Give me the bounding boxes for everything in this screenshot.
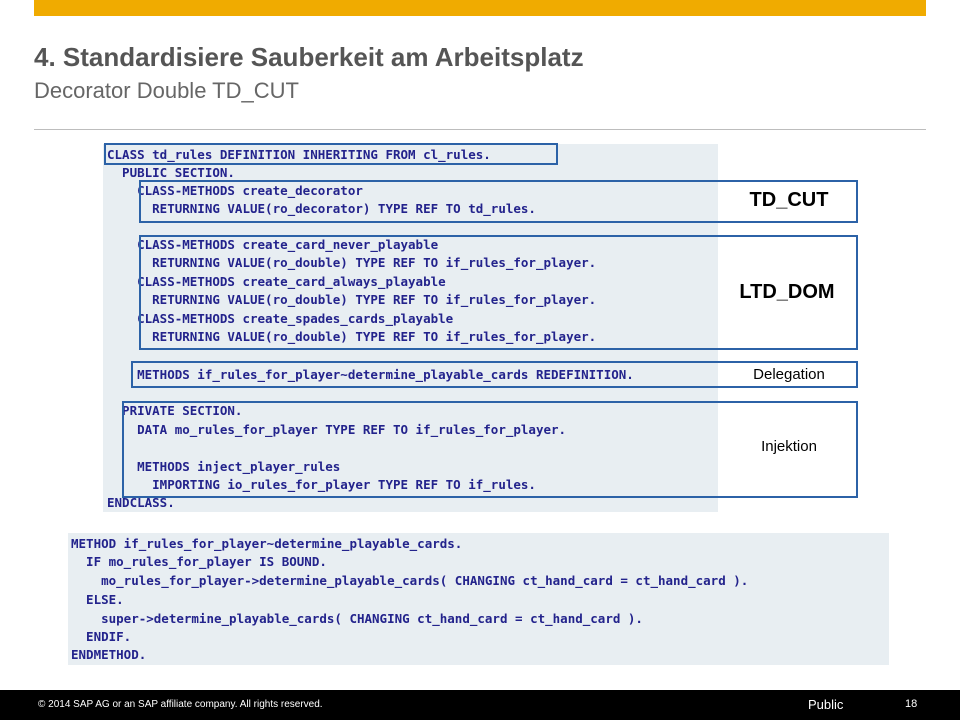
code-line: ENDMETHOD. <box>71 647 147 662</box>
slide-title: 4. Standardisiere Sauberkeit am Arbeitsp… <box>34 42 584 72</box>
page-number: 18 <box>905 698 918 710</box>
code-panel-method-implementation: METHOD if_rules_for_player~determine_pla… <box>68 533 889 665</box>
code-line: super->determine_playable_cards( CHANGIN… <box>71 611 643 626</box>
class-definition-frame <box>104 143 558 165</box>
title-divider <box>34 129 926 130</box>
classification-label: Public <box>808 697 844 712</box>
code-line: METHOD if_rules_for_player~determine_pla… <box>71 536 463 551</box>
code-line: mo_rules_for_player->determine_playable_… <box>71 573 749 588</box>
delegation-label: Delegation <box>753 366 825 383</box>
footer: © 2014 SAP AG or an SAP affiliate compan… <box>0 690 960 720</box>
slide-subtitle: Decorator Double TD_CUT <box>34 78 299 103</box>
accent-bar <box>34 0 926 16</box>
code-line: ELSE. <box>71 592 124 607</box>
ltd-dom-label: LTD_DOM <box>739 281 835 303</box>
copyright-text: © 2014 SAP AG or an SAP affiliate compan… <box>38 699 323 710</box>
td-cut-label: TD_CUT <box>749 189 829 211</box>
injektion-label: Injektion <box>761 438 817 455</box>
code-line: ENDIF. <box>71 629 132 644</box>
code-line: IF mo_rules_for_player IS BOUND. <box>71 554 327 569</box>
